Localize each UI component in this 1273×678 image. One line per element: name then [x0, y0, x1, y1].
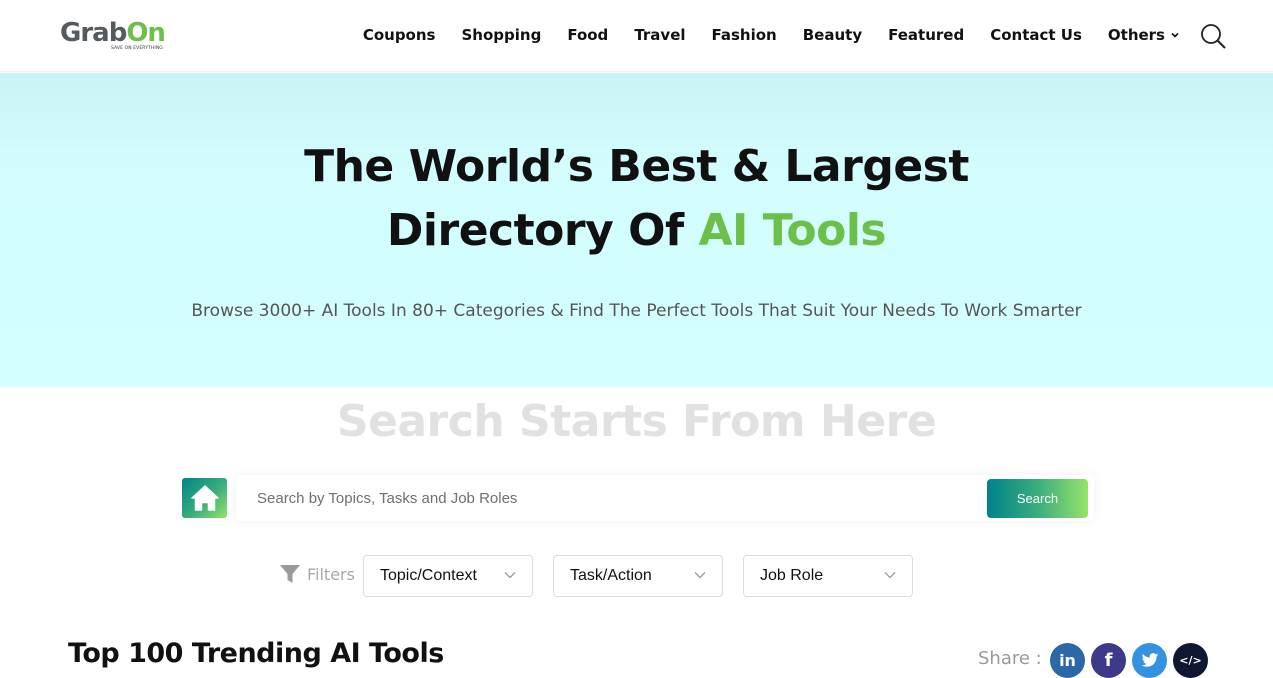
search-button[interactable]: Search [987, 479, 1088, 518]
filter-icon [280, 565, 300, 583]
chevron-down-icon [504, 572, 516, 579]
nav-food[interactable]: Food [567, 24, 608, 46]
chevron-down-icon [1171, 32, 1179, 38]
facebook-icon: f [1104, 650, 1113, 671]
hero-title-accent: AI Tools [698, 205, 887, 256]
share-linkedin-button[interactable]: in [1050, 643, 1085, 678]
share-twitter-button[interactable] [1132, 643, 1167, 678]
share-embed-button[interactable]: </> [1173, 643, 1208, 678]
hero-banner: The World’s Best & Largest Directory Of … [0, 73, 1273, 387]
main-nav: Coupons Shopping Food Travel Fashion Bea… [337, 24, 1179, 46]
grabon-logo[interactable]: GrabOn SAVE ON EVERYTHING [60, 18, 170, 56]
chevron-down-icon [694, 572, 706, 579]
filters-label: Filters [279, 564, 355, 584]
share-label: Share : [978, 648, 1042, 669]
nav-others[interactable]: Others [1108, 24, 1179, 46]
share-facebook-button[interactable]: f [1091, 643, 1126, 678]
search-icon [1201, 24, 1226, 49]
topic-context-value: Topic/Context [380, 567, 477, 584]
embed-code-icon: </> [1179, 654, 1202, 667]
filters-text: Filters [307, 564, 355, 584]
logo-text-main: Grab [60, 18, 127, 48]
hero-title-line2: Directory Of [386, 205, 699, 256]
job-role-select[interactable]: Job Role [743, 555, 913, 597]
nav-shopping[interactable]: Shopping [461, 24, 541, 46]
hero-title-line1: The World’s Best & Largest [304, 141, 969, 192]
hero-title: The World’s Best & Largest Directory Of … [0, 135, 1273, 263]
search-bar: Search [236, 475, 1094, 521]
task-action-value: Task/Action [570, 567, 652, 584]
nav-fashion[interactable]: Fashion [712, 24, 777, 46]
task-action-select[interactable]: Task/Action [553, 555, 723, 597]
home-icon [190, 485, 219, 511]
hero-subtitle: Browse 3000+ AI Tools In 80+ Categories … [191, 301, 1082, 321]
nav-beauty[interactable]: Beauty [803, 24, 862, 46]
job-role-value: Job Role [760, 567, 824, 584]
logo-text-accent: On [126, 18, 166, 48]
nav-contact-us[interactable]: Contact Us [990, 24, 1082, 46]
site-header: GrabOn SAVE ON EVERYTHING Coupons Shoppi… [0, 0, 1273, 72]
topic-context-select[interactable]: Topic/Context [363, 555, 533, 597]
logo-tagline: SAVE ON EVERYTHING [111, 46, 163, 51]
nav-others-label: Others [1107, 26, 1165, 44]
chevron-down-icon [884, 572, 896, 579]
home-button[interactable] [182, 478, 227, 518]
search-input[interactable] [236, 475, 981, 521]
twitter-icon [1141, 653, 1158, 667]
header-search-button[interactable] [1199, 22, 1227, 50]
nav-travel[interactable]: Travel [634, 24, 685, 46]
linkedin-icon: in [1059, 651, 1076, 670]
search-heading: Search Starts From Here [336, 396, 937, 447]
nav-coupons[interactable]: Coupons [363, 24, 436, 46]
trending-title: Top 100 Trending AI Tools [68, 638, 444, 669]
nav-featured[interactable]: Featured [888, 24, 964, 46]
